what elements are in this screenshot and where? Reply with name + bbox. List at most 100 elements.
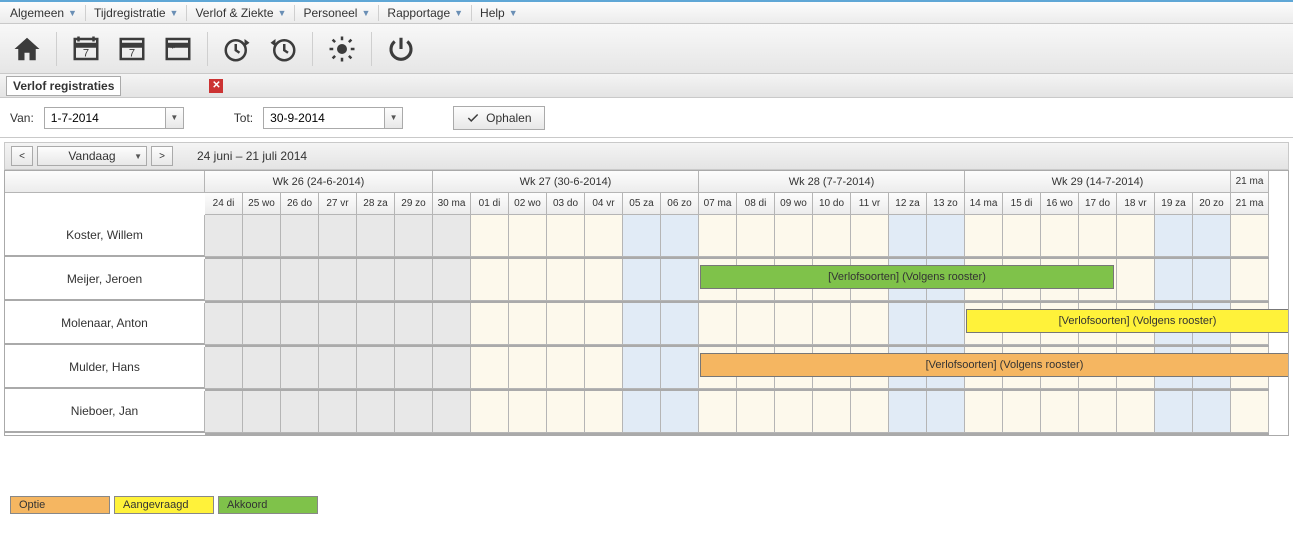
day-cell[interactable] <box>471 215 509 257</box>
day-cell[interactable] <box>1155 215 1193 257</box>
fetch-button[interactable]: Ophalen <box>453 106 544 130</box>
day-cell[interactable] <box>1117 259 1155 301</box>
day-cell[interactable] <box>205 391 243 433</box>
day-cell[interactable] <box>585 215 623 257</box>
next-button[interactable]: > <box>151 146 173 166</box>
day-cell[interactable] <box>585 391 623 433</box>
day-cell[interactable] <box>737 303 775 345</box>
day-cell[interactable] <box>1041 391 1079 433</box>
close-icon[interactable]: ✕ <box>209 79 223 93</box>
clock-back-icon[interactable] <box>266 32 300 66</box>
day-cell[interactable] <box>319 347 357 389</box>
day-cell[interactable] <box>623 215 661 257</box>
day-cell[interactable] <box>547 391 585 433</box>
day-cell[interactable] <box>927 303 965 345</box>
day-cell[interactable] <box>471 391 509 433</box>
day-cell[interactable] <box>623 259 661 301</box>
day-cell[interactable] <box>509 259 547 301</box>
day-cell[interactable] <box>357 347 395 389</box>
day-cell[interactable] <box>1117 215 1155 257</box>
day-cell[interactable] <box>1079 391 1117 433</box>
day-cell[interactable] <box>509 391 547 433</box>
day-cell[interactable] <box>205 259 243 301</box>
day-cell[interactable] <box>661 259 699 301</box>
day-cell[interactable] <box>319 303 357 345</box>
day-cell[interactable] <box>851 303 889 345</box>
day-cell[interactable] <box>281 347 319 389</box>
menu-personeel[interactable]: Personeel▼ <box>297 4 376 22</box>
day-cell[interactable] <box>585 259 623 301</box>
day-cell[interactable] <box>623 391 661 433</box>
to-date-input[interactable] <box>264 108 384 128</box>
day-cell[interactable] <box>1155 391 1193 433</box>
menu-algemeen[interactable]: Algemeen▼ <box>4 4 83 22</box>
day-cell[interactable] <box>509 215 547 257</box>
day-cell[interactable] <box>281 215 319 257</box>
day-cell[interactable] <box>965 391 1003 433</box>
day-cell[interactable] <box>699 215 737 257</box>
day-cell[interactable] <box>471 347 509 389</box>
day-cell[interactable] <box>433 347 471 389</box>
day-cell[interactable] <box>737 215 775 257</box>
calendar-star-icon[interactable] <box>161 32 195 66</box>
day-cell[interactable] <box>205 215 243 257</box>
day-cell[interactable] <box>851 215 889 257</box>
day-cell[interactable] <box>623 303 661 345</box>
day-cell[interactable] <box>851 391 889 433</box>
day-cell[interactable] <box>547 347 585 389</box>
power-icon[interactable] <box>384 32 418 66</box>
day-cell[interactable] <box>1193 215 1231 257</box>
day-cell[interactable] <box>927 391 965 433</box>
day-cell[interactable] <box>775 303 813 345</box>
day-cell[interactable] <box>585 303 623 345</box>
day-cell[interactable] <box>433 303 471 345</box>
day-cell[interactable] <box>281 391 319 433</box>
day-cell[interactable] <box>243 303 281 345</box>
day-cell[interactable] <box>965 215 1003 257</box>
home-icon[interactable] <box>10 32 44 66</box>
day-cell[interactable] <box>1117 391 1155 433</box>
from-date-input[interactable] <box>45 108 165 128</box>
to-date-combo[interactable]: ▼ <box>263 107 403 129</box>
day-cell[interactable] <box>471 259 509 301</box>
day-cell[interactable] <box>1041 215 1079 257</box>
day-cell[interactable] <box>243 259 281 301</box>
chevron-down-icon[interactable]: ▼ <box>384 108 402 128</box>
day-cell[interactable] <box>509 303 547 345</box>
day-cell[interactable] <box>357 391 395 433</box>
day-cell[interactable] <box>433 215 471 257</box>
calendar-day-icon[interactable]: 7 <box>115 32 149 66</box>
day-cell[interactable] <box>395 303 433 345</box>
day-cell[interactable] <box>319 391 357 433</box>
from-date-combo[interactable]: ▼ <box>44 107 184 129</box>
day-cell[interactable] <box>927 215 965 257</box>
day-cell[interactable] <box>889 215 927 257</box>
day-cell[interactable] <box>775 215 813 257</box>
leave-bar[interactable]: [Verlofsoorten] (Volgens rooster)➔ <box>966 309 1289 333</box>
day-cell[interactable] <box>357 303 395 345</box>
day-cell[interactable] <box>661 391 699 433</box>
day-cell[interactable] <box>357 215 395 257</box>
clock-forward-icon[interactable] <box>220 32 254 66</box>
prev-button[interactable]: < <box>11 146 33 166</box>
day-cell[interactable] <box>1231 215 1269 257</box>
menu-help[interactable]: Help▼ <box>474 4 524 22</box>
day-cell[interactable] <box>1003 215 1041 257</box>
day-cell[interactable] <box>281 303 319 345</box>
day-cell[interactable] <box>661 303 699 345</box>
day-cell[interactable] <box>395 215 433 257</box>
chevron-down-icon[interactable]: ▼ <box>165 108 183 128</box>
leave-bar[interactable]: [Verlofsoorten] (Volgens rooster)➔ <box>700 353 1289 377</box>
day-cell[interactable] <box>205 347 243 389</box>
day-cell[interactable] <box>281 259 319 301</box>
day-cell[interactable] <box>319 259 357 301</box>
leave-bar[interactable]: [Verlofsoorten] (Volgens rooster) <box>700 265 1114 289</box>
day-cell[interactable] <box>395 347 433 389</box>
day-cell[interactable] <box>243 391 281 433</box>
day-cell[interactable] <box>205 303 243 345</box>
menu-verlof-ziekte[interactable]: Verlof & Ziekte▼ <box>189 4 292 22</box>
menu-tijdregistratie[interactable]: Tijdregistratie▼ <box>88 4 185 22</box>
day-cell[interactable] <box>661 347 699 389</box>
day-cell[interactable] <box>889 303 927 345</box>
day-cell[interactable] <box>357 259 395 301</box>
